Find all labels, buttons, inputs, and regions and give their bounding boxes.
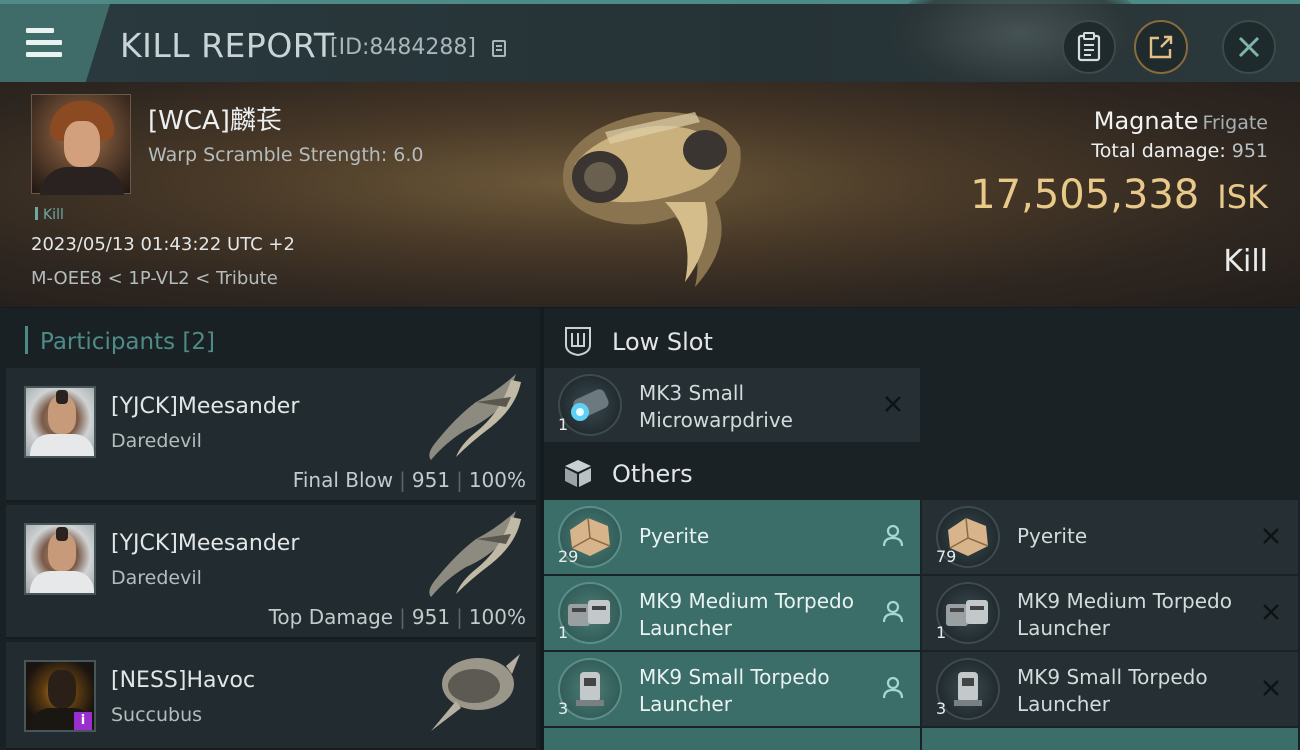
item-quantity: 29 [558,547,579,566]
participant-card[interactable]: [YJCK]Meesander Daredevil Final Blow | 951… [6,368,536,502]
kill-datetime: 2023/05/13 01:43:22 UTC +2 [31,234,295,255]
item-quantity: 3 [936,699,947,718]
participant-card[interactable]: i [NESS]Havoc Succubus [6,642,536,750]
item-quantity: 79 [936,547,957,566]
participant-ship: Succubus [111,704,203,726]
participant-name: [YJCK]Meesander [111,394,300,419]
participants-panel: Participants [2] [YJCK]Meesander Daredev… [0,308,540,750]
kill-status: Kill [1223,244,1268,279]
isk-value: 17,505,338 ISK [970,172,1268,218]
victim-ship-image[interactable] [545,92,755,292]
person-icon [882,524,904,547]
menu-button[interactable] [0,4,110,82]
destroyed-icon [1263,528,1279,544]
item-destroyed-partial[interactable] [922,728,1298,750]
top-bar: KILL REPORT [ID:8484288] [0,0,1300,94]
close-button[interactable] [1222,20,1276,74]
destroyed-icon [1263,680,1279,696]
victim-name[interactable]: [WCA]麟苌 [148,100,282,137]
info-badge: i [74,712,92,730]
close-icon [1238,36,1260,58]
participant-portrait [24,386,96,458]
low-slot-icon [565,327,591,357]
participant-ship-image [429,511,521,597]
kill-location[interactable]: M-OEE8 < 1P-VL2 < Tribute [31,268,278,289]
item-quantity: 3 [558,699,569,718]
low-slot-label: Low Slot [612,328,713,356]
item-dropped-small-torpedo-launcher[interactable]: 3 MK9 Small Torpedo Launcher [544,652,920,726]
item-name: MK9 Small Torpedo Launcher [1017,665,1208,716]
item-destroyed-medium-torpedo-launcher[interactable]: 1 MK9 Medium Torpedo Launcher [922,576,1298,650]
participant-name: [YJCK]Meesander [111,531,300,556]
destroyed-icon [1263,604,1279,620]
participant-stats: Top Damage | 951 | 100% [268,605,526,629]
warp-scramble-strength: Warp Scramble Strength: 6.0 [148,144,424,166]
others-label: Others [612,460,693,488]
low-slot-header: Low Slot [544,312,1300,370]
items-panel: Low Slot 1 MK3 Small Microwarpdrive Othe… [544,308,1300,750]
participant-ship: Daredevil [111,430,202,452]
total-damage: Total damage: 951 [1091,140,1268,162]
item-dropped-partial[interactable] [544,728,920,750]
participant-stats: Final Blow | 951 | 100% [292,468,526,492]
item-destroyed-pyerite[interactable]: 79 Pyerite [922,500,1298,574]
participant-card[interactable]: [YJCK]Meesander Daredevil Top Damage | 951… [6,505,536,639]
item-name: Pyerite [1017,524,1088,548]
share-button[interactable] [1134,20,1188,74]
item-name: MK9 Medium Torpedo Launcher [639,589,854,640]
item-destroyed-small-torpedo-launcher[interactable]: 3 MK9 Small Torpedo Launcher [922,652,1298,726]
clipboard-button[interactable] [1062,20,1116,74]
person-icon [882,676,904,699]
item-quantity: 1 [558,623,569,642]
cube-icon [565,460,591,487]
item-dropped-medium-torpedo-launcher[interactable]: 1 MK9 Medium Torpedo Launcher [544,576,920,650]
copy-icon[interactable] [492,40,506,57]
item-name: Pyerite [639,524,710,548]
victim-summary: [WCA]麟苌 Warp Scramble Strength: 6.0 Kill… [0,82,1300,307]
page-title: KILL REPORT [120,26,335,65]
participant-portrait [24,523,96,595]
participant-ship-image [429,374,521,460]
participant-name: [NESS]Havoc [111,668,256,693]
item-name: MK3 Small Microwarpdrive [639,381,793,432]
item-name: MK9 Medium Torpedo Launcher [1017,589,1232,640]
others-header: Others [544,444,1300,502]
item-low-slot-microwarpdrive[interactable]: 1 MK3 Small Microwarpdrive [544,368,920,442]
victim-portrait[interactable] [31,94,131,195]
kill-tag: Kill [35,207,64,223]
participant-ship: Daredevil [111,567,202,589]
participants-header: Participants [2] [25,326,215,355]
item-quantity: 1 [936,623,947,642]
destroyed-icon [885,396,901,412]
person-icon [882,600,904,623]
item-quantity: 1 [558,415,569,434]
share-icon [1149,35,1173,59]
victim-ship-name[interactable]: Magnate Frigate [1094,107,1268,135]
participant-ship-image [431,654,520,731]
clipboard-icon [1077,32,1101,62]
hamburger-icon [26,28,62,64]
item-name: MK9 Small Torpedo Launcher [639,665,830,716]
report-id: [ID:8484288] [330,35,476,60]
item-dropped-pyerite[interactable]: 29 Pyerite [544,500,920,574]
